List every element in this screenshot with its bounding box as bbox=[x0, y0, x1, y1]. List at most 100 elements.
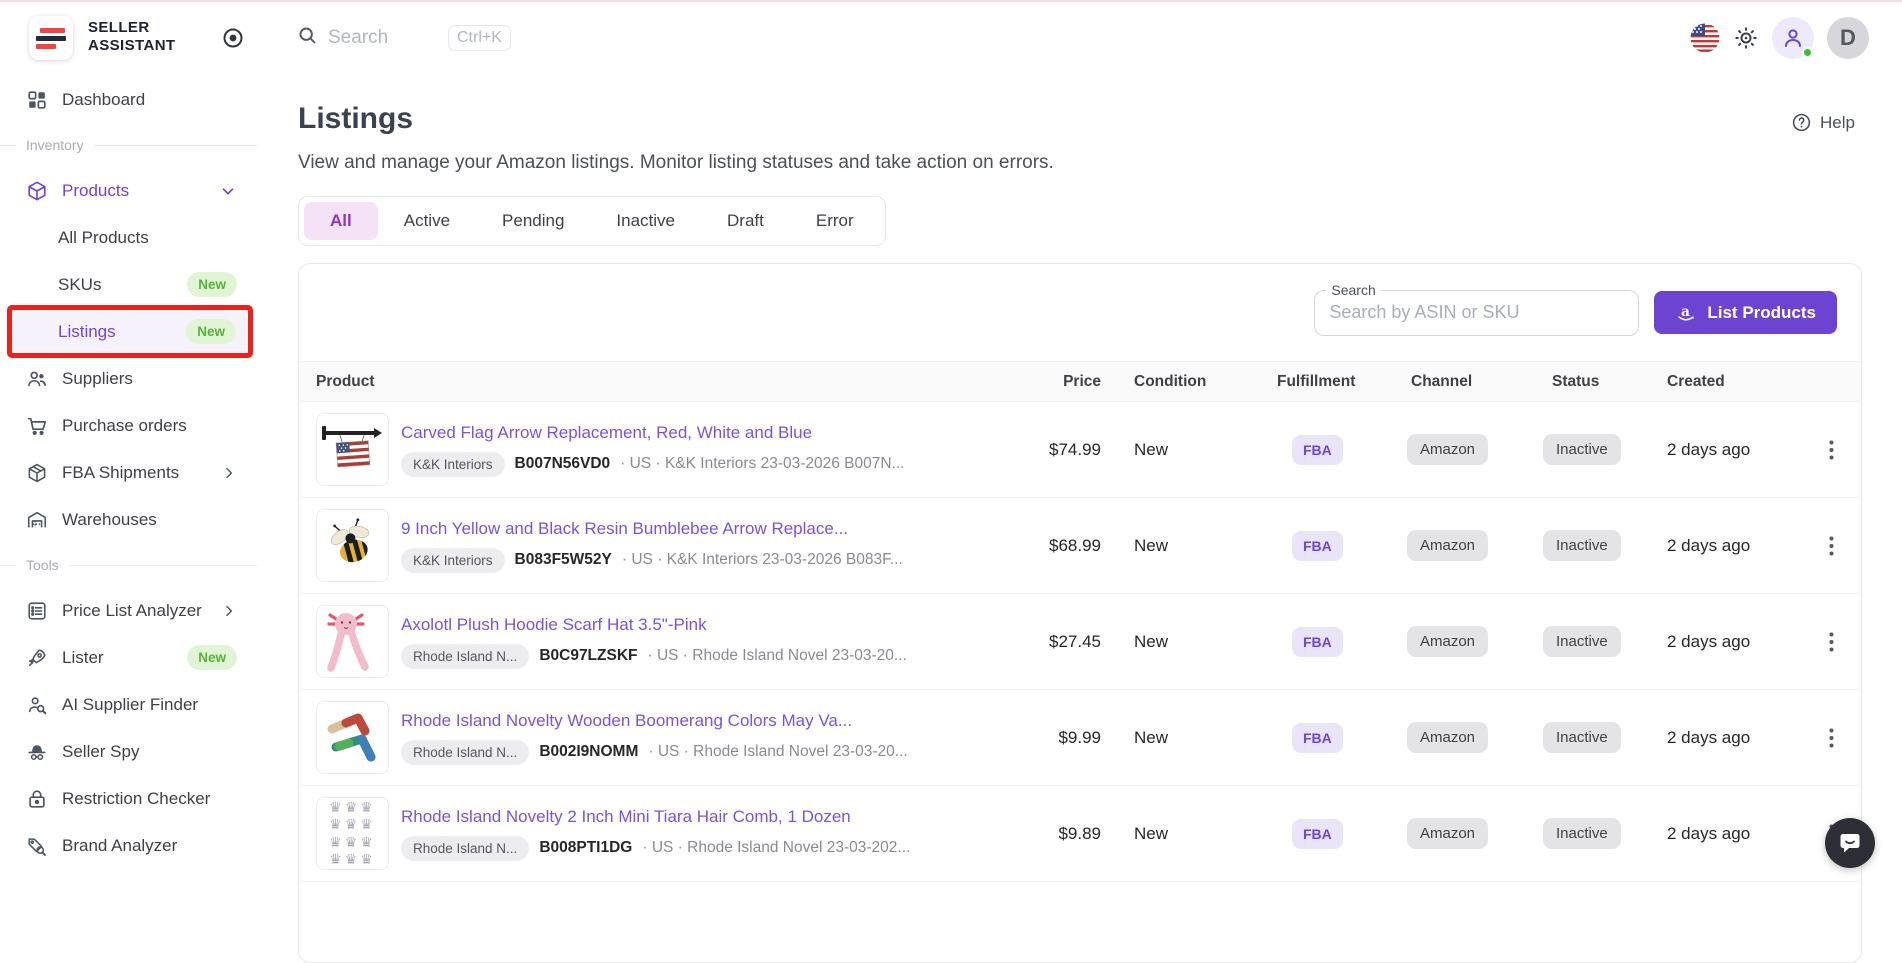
sidebar: Dashboard Inventory Products All Product… bbox=[0, 72, 257, 872]
online-status-dot bbox=[1802, 47, 1813, 58]
sidebar-item-products[interactable]: Products bbox=[0, 167, 257, 214]
asin-search-field: Search bbox=[1314, 290, 1639, 336]
product-title-link[interactable]: Rhode Island Novelty 2 Inch Mini Tiara H… bbox=[401, 807, 910, 827]
status-badge: Inactive bbox=[1543, 434, 1621, 465]
listings-card: Search a List Products Product Price Con… bbox=[298, 263, 1862, 963]
tab-error[interactable]: Error bbox=[790, 202, 880, 240]
global-search: Ctrl+K bbox=[297, 22, 511, 54]
package-icon bbox=[26, 462, 48, 484]
sidebar-item-lister[interactable]: Lister New bbox=[0, 634, 257, 681]
row-actions-menu-icon[interactable] bbox=[1801, 536, 1861, 556]
product-title-link[interactable]: Axolotl Plush Hoodie Scarf Hat 3.5"-Pink bbox=[401, 615, 907, 635]
warehouse-icon bbox=[26, 509, 48, 531]
status-badge: Inactive bbox=[1543, 626, 1621, 657]
chat-widget-button[interactable] bbox=[1825, 818, 1875, 868]
sidebar-label: FBA Shipments bbox=[62, 463, 179, 483]
sidebar-item-suppliers[interactable]: Suppliers bbox=[0, 355, 257, 402]
product-meta: · US · Rhode Island Novel 23-03-202... bbox=[642, 839, 910, 857]
product-thumbnail-boomerang bbox=[316, 701, 389, 774]
sidebar-item-restriction-checker[interactable]: Restriction Checker bbox=[0, 775, 257, 822]
product-thumbnail-axolotl bbox=[316, 605, 389, 678]
global-search-input[interactable] bbox=[328, 27, 438, 49]
price-value: $68.99 bbox=[968, 536, 1101, 556]
sidebar-item-seller-spy[interactable]: Seller Spy bbox=[0, 728, 257, 775]
search-shortcut-badge: Ctrl+K bbox=[448, 25, 511, 51]
created-value: 2 days ago bbox=[1661, 632, 1801, 652]
row-actions-menu-icon[interactable] bbox=[1801, 440, 1861, 460]
fulfillment-badge: FBA bbox=[1292, 723, 1343, 753]
sidebar-item-dashboard[interactable]: Dashboard bbox=[0, 76, 257, 123]
status-badge: Inactive bbox=[1543, 818, 1621, 849]
fulfillment-badge: FBA bbox=[1292, 435, 1343, 465]
product-title-link[interactable]: Carved Flag Arrow Replacement, Red, Whit… bbox=[401, 423, 905, 443]
sidebar-item-brand-analyzer[interactable]: Brand Analyzer bbox=[0, 822, 257, 869]
product-title-link[interactable]: 9 Inch Yellow and Black Resin Bumblebee … bbox=[401, 519, 903, 539]
product-asin: B002I9NOMM bbox=[539, 743, 638, 761]
rocket-icon bbox=[26, 647, 48, 669]
sidebar-item-warehouses[interactable]: Warehouses bbox=[0, 496, 257, 543]
col-product: Product bbox=[299, 373, 968, 391]
channel-badge: Amazon bbox=[1407, 722, 1488, 753]
chevron-right-icon bbox=[221, 603, 237, 619]
sidebar-item-price-list-analyzer[interactable]: Price List Analyzer bbox=[0, 587, 257, 634]
table-row: Axolotl Plush Hoodie Scarf Hat 3.5"-Pink… bbox=[299, 594, 1861, 690]
app-logo-icon bbox=[29, 16, 73, 60]
sidebar-label: Listings bbox=[58, 322, 116, 342]
sidebar-item-listings[interactable]: Listings New bbox=[10, 308, 250, 355]
price-value: $74.99 bbox=[968, 440, 1101, 460]
tab-inactive[interactable]: Inactive bbox=[590, 202, 701, 240]
new-badge: New bbox=[187, 645, 237, 670]
condition-value: New bbox=[1101, 824, 1277, 844]
sidebar-item-all-products[interactable]: All Products bbox=[0, 214, 257, 261]
topbar-actions: D bbox=[1690, 17, 1869, 59]
row-actions-menu-icon[interactable] bbox=[1801, 632, 1861, 652]
status-badge: Inactive bbox=[1543, 530, 1621, 561]
help-icon bbox=[1791, 112, 1812, 133]
account-avatar[interactable] bbox=[1772, 17, 1814, 59]
new-badge: New bbox=[186, 319, 236, 344]
fulfillment-badge: FBA bbox=[1292, 627, 1343, 657]
channel-badge: Amazon bbox=[1407, 626, 1488, 657]
list-products-button[interactable]: a List Products bbox=[1654, 291, 1837, 334]
sidebar-label: Seller Spy bbox=[62, 742, 139, 762]
tab-draft[interactable]: Draft bbox=[701, 202, 790, 240]
table-header: Product Price Condition Fulfillment Chan… bbox=[299, 361, 1861, 402]
status-tabs: All Active Pending Inactive Draft Error bbox=[298, 196, 886, 246]
created-value: 2 days ago bbox=[1661, 824, 1801, 844]
sidebar-label: Suppliers bbox=[62, 369, 133, 389]
tab-all[interactable]: All bbox=[304, 202, 378, 240]
amazon-icon: a bbox=[1675, 302, 1697, 324]
sidebar-label: SKUs bbox=[58, 275, 101, 295]
brand-chip: Rhode Island N... bbox=[401, 644, 529, 669]
page-subtitle: View and manage your Amazon listings. Mo… bbox=[257, 136, 1902, 174]
user-avatar[interactable]: D bbox=[1827, 17, 1869, 59]
condition-value: New bbox=[1101, 536, 1277, 556]
new-badge: New bbox=[187, 272, 237, 297]
condition-value: New bbox=[1101, 728, 1277, 748]
fulfillment-badge: FBA bbox=[1292, 819, 1343, 849]
price-value: $27.45 bbox=[968, 632, 1101, 652]
product-title-link[interactable]: Rhode Island Novelty Wooden Boomerang Co… bbox=[401, 711, 908, 731]
col-condition: Condition bbox=[1101, 373, 1277, 391]
table-row: Rhode Island Novelty Wooden Boomerang Co… bbox=[299, 690, 1861, 786]
sidebar-item-purchase-orders[interactable]: Purchase orders bbox=[0, 402, 257, 449]
brand-chip: K&K Interiors bbox=[401, 548, 505, 573]
search-icon bbox=[297, 25, 318, 51]
language-flag-icon[interactable] bbox=[1690, 23, 1720, 53]
col-fulfillment: Fulfillment bbox=[1277, 373, 1407, 391]
topbar: SELLER ASSISTANT Ctrl+K D bbox=[0, 2, 1902, 72]
product-asin: B007N56VD0 bbox=[515, 455, 611, 473]
tab-active[interactable]: Active bbox=[378, 202, 476, 240]
created-value: 2 days ago bbox=[1661, 440, 1801, 460]
help-button[interactable]: Help bbox=[1791, 112, 1855, 133]
sidebar-toggle-icon[interactable] bbox=[222, 27, 244, 49]
sidebar-item-ai-supplier-finder[interactable]: AI Supplier Finder bbox=[0, 681, 257, 728]
row-actions-menu-icon[interactable] bbox=[1801, 728, 1861, 748]
sidebar-label: Brand Analyzer bbox=[62, 836, 177, 856]
brand-chip: Rhode Island N... bbox=[401, 836, 529, 861]
sidebar-item-fba-shipments[interactable]: FBA Shipments bbox=[0, 449, 257, 496]
theme-toggle-icon[interactable] bbox=[1733, 25, 1759, 51]
sidebar-item-skus[interactable]: SKUs New bbox=[0, 261, 257, 308]
product-meta: · US · K&K Interiors 23-03-2026 B083F... bbox=[622, 551, 903, 569]
tab-pending[interactable]: Pending bbox=[476, 202, 590, 240]
